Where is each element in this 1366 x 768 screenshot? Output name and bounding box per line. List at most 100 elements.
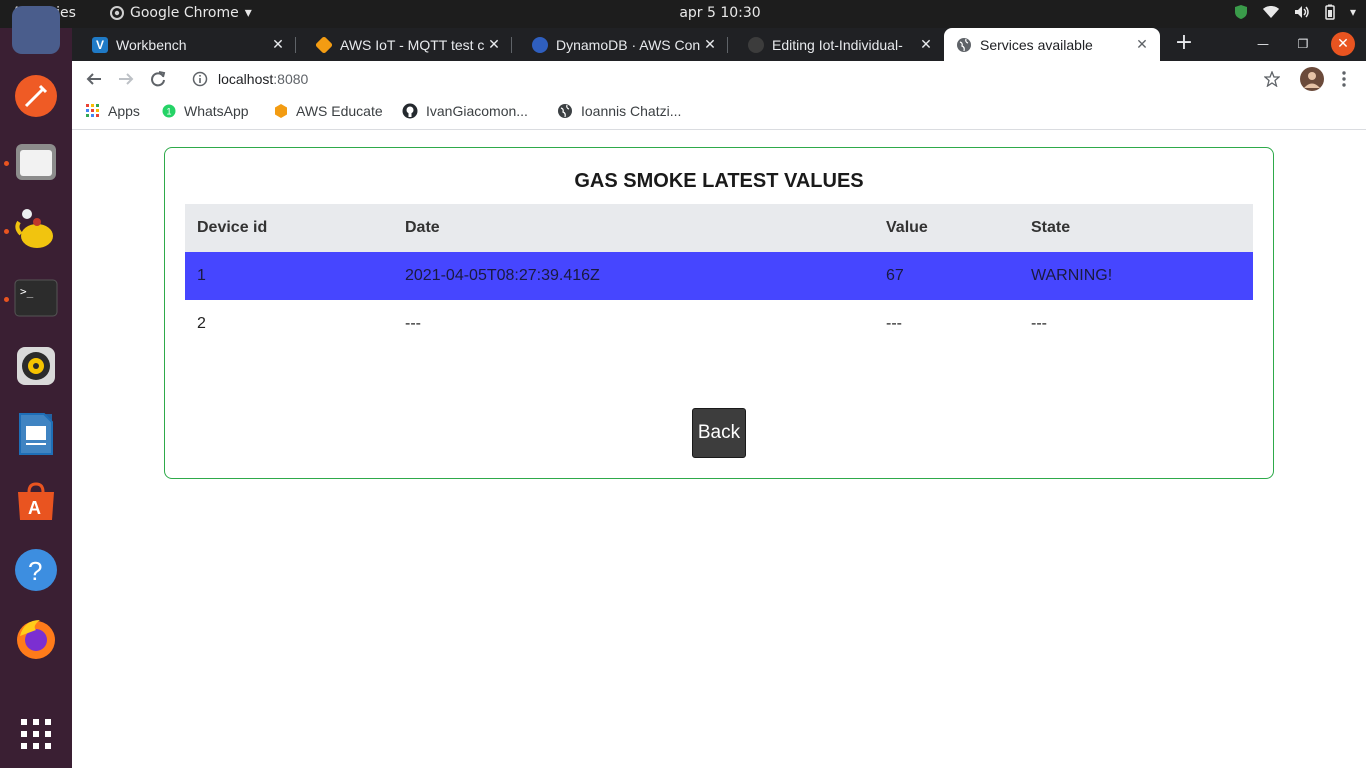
svg-text:A: A — [28, 498, 41, 518]
svg-text:1: 1 — [167, 107, 172, 117]
clock[interactable]: apr 5 10:30 — [0, 5, 1366, 21]
table-row: 2 --- --- --- — [185, 300, 1253, 348]
help-icon[interactable]: ? — [12, 546, 60, 594]
dynamodb-icon — [532, 36, 548, 53]
url-port: :8080 — [273, 71, 309, 87]
avatar — [1300, 67, 1324, 91]
tab-title: Workbench — [116, 36, 187, 53]
bookmark-aws-educate[interactable]: AWS Educate — [274, 103, 383, 119]
dock: >_ A ? — [0, 6, 72, 768]
tab-title: DynamoDB · AWS Con — [556, 36, 700, 53]
table-row: 1 2021-04-05T08:27:39.416Z 67 WARNING! — [185, 252, 1253, 300]
files-icon[interactable] — [12, 138, 60, 186]
maximize-button[interactable]: ❐ — [1291, 32, 1315, 56]
tab-title: Services available — [980, 36, 1093, 53]
volume-icon — [1294, 6, 1309, 18]
close-icon[interactable]: ✕ — [268, 36, 288, 53]
more-vert-icon — [1342, 71, 1346, 87]
teapot-app-icon[interactable] — [12, 206, 60, 254]
cell-state: --- — [1031, 315, 1047, 332]
chrome-menu-button[interactable] — [1332, 67, 1356, 91]
bookmark-label: WhatsApp — [184, 103, 249, 119]
cell-device-id: 2 — [197, 315, 206, 332]
running-indicator — [4, 229, 9, 234]
arrow-left-icon — [86, 73, 101, 85]
globe-icon — [956, 37, 972, 53]
tab-strip: V Workbench ✕ AWS IoT - MQTT test cl ✕ D… — [72, 28, 1366, 61]
svg-text:>_: >_ — [20, 285, 34, 298]
info-icon[interactable] — [192, 71, 208, 87]
battery-icon — [1325, 4, 1335, 20]
system-top-bar: Activities Google Chrome ▾ apr 5 10:30 ▾ — [0, 0, 1366, 28]
shield-icon — [1234, 5, 1247, 19]
bookmark-apps[interactable]: Apps — [86, 103, 140, 119]
cell-date: --- — [405, 315, 421, 332]
back-nav-button[interactable] — [82, 67, 106, 91]
profile-avatar[interactable] — [1300, 67, 1324, 91]
running-indicator — [4, 297, 9, 302]
libreoffice-writer-icon[interactable] — [12, 410, 60, 458]
show-applications-icon[interactable] — [12, 710, 60, 758]
tab-editing-github[interactable]: Editing Iot-Individual- ✕ — [728, 28, 944, 61]
system-tray[interactable]: ▾ — [1234, 4, 1356, 20]
bookmark-whatsapp[interactable]: 1 WhatsApp — [162, 103, 249, 119]
tab-aws-iot[interactable]: AWS IoT - MQTT test cl ✕ — [296, 28, 512, 61]
close-icon[interactable]: ✕ — [916, 36, 936, 53]
reload-icon — [151, 71, 166, 87]
minimize-button[interactable]: — — [1251, 32, 1275, 56]
cell-state: WARNING! — [1031, 267, 1113, 284]
url-host: localhost — [218, 71, 274, 87]
globe-icon — [558, 104, 572, 118]
tab-title: AWS IoT - MQTT test cl — [340, 36, 484, 53]
reload-button[interactable] — [146, 67, 170, 91]
values-table: Device id Date Value State 1 2021-04-05T… — [185, 204, 1253, 348]
address-bar[interactable]: localhost:8080 — [180, 64, 1285, 94]
bookmark-ivangiacomon[interactable]: IvanGiacomon... — [402, 103, 528, 119]
cell-value: 67 — [886, 267, 904, 284]
column-header-state: State — [1031, 219, 1071, 236]
forward-nav-button[interactable] — [114, 67, 138, 91]
page-title: GAS SMOKE LATEST VALUES — [574, 170, 864, 192]
bookmark-ioannis[interactable]: Ioannis Chatzi... — [557, 103, 681, 119]
bookmark-label: Apps — [108, 103, 140, 119]
star-icon — [1264, 71, 1280, 87]
tab-dynamodb[interactable]: DynamoDB · AWS Con ✕ — [512, 28, 728, 61]
dock-partial-app-icon[interactable] — [12, 6, 60, 54]
close-icon[interactable]: ✕ — [484, 36, 504, 53]
tab-services-available[interactable]: Services available ✕ — [944, 28, 1160, 61]
close-window-button[interactable]: ✕ — [1331, 32, 1355, 56]
arrow-right-icon — [119, 73, 134, 85]
bookmarks-bar: Apps 1 WhatsApp AWS Educate IvanGiacomon… — [72, 97, 1366, 130]
bookmark-label: Ioannis Chatzi... — [581, 103, 682, 119]
bookmark-label: AWS Educate — [296, 103, 383, 119]
close-icon[interactable]: ✕ — [700, 36, 720, 53]
vscode-icon: V — [92, 36, 108, 53]
aws-icon — [314, 35, 334, 54]
tab-title: Editing Iot-Individual- — [772, 36, 903, 53]
terminal-icon[interactable]: >_ — [12, 274, 60, 322]
tab-workbench[interactable]: V Workbench ✕ — [72, 28, 296, 61]
close-icon[interactable]: ✕ — [1132, 36, 1152, 53]
bookmark-label: IvanGiacomon... — [426, 103, 528, 119]
ubuntu-software-icon[interactable]: A — [12, 478, 60, 526]
github-icon — [402, 103, 418, 119]
values-panel: GAS SMOKE LATEST VALUES Device id Date V… — [164, 147, 1274, 479]
firefox-icon[interactable] — [12, 614, 60, 662]
running-indicator — [4, 161, 9, 166]
back-button[interactable]: Back — [692, 408, 746, 458]
postman-icon[interactable] — [12, 72, 60, 120]
svg-text:?: ? — [28, 556, 42, 586]
new-tab-button[interactable]: + — [1172, 32, 1196, 56]
cell-device-id: 1 — [197, 267, 206, 284]
page-content: GAS SMOKE LATEST VALUES Device id Date V… — [72, 131, 1366, 768]
bookmark-star-button[interactable] — [1260, 67, 1284, 91]
rhythmbox-icon[interactable] — [12, 342, 60, 390]
table-header-row: Device id Date Value State — [185, 204, 1253, 252]
cell-date: 2021-04-05T08:27:39.416Z — [405, 267, 600, 284]
column-header-device-id: Device id — [197, 219, 268, 236]
cell-value: --- — [886, 315, 902, 332]
aws-icon — [275, 104, 287, 118]
column-header-date: Date — [405, 219, 440, 236]
wifi-icon — [1262, 6, 1279, 18]
whatsapp-icon: 1 — [162, 104, 176, 118]
